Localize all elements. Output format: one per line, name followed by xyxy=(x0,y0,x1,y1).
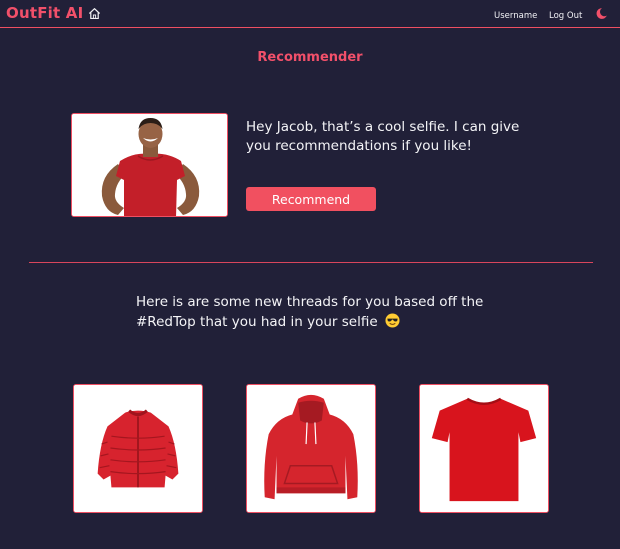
selfie-image xyxy=(71,113,228,217)
red-hoodie-image xyxy=(247,385,375,512)
moon-icon[interactable] xyxy=(595,7,608,20)
greeting-text: Hey Jacob, that’s a cool selfie. I can g… xyxy=(246,119,520,154)
section-divider xyxy=(29,262,593,263)
product-card-hoodie[interactable] xyxy=(246,384,376,513)
brand-logo[interactable]: OutFit AI xyxy=(6,4,83,22)
recommendation-message: Here is are some new threads for you bas… xyxy=(136,292,536,332)
page-title: Recommender xyxy=(257,50,363,65)
product-card-tshirt[interactable] xyxy=(419,384,549,513)
recommendation-message-text: Here is are some new threads for you bas… xyxy=(136,294,484,330)
sunglasses-emoji-icon xyxy=(385,313,400,328)
top-navbar: OutFit AI Username Log Out xyxy=(0,0,620,28)
red-puffer-jacket-image xyxy=(74,385,202,512)
product-card-jacket[interactable] xyxy=(73,384,203,513)
username-link[interactable]: Username xyxy=(494,11,537,21)
recommend-button[interactable]: Recommend xyxy=(246,187,376,211)
selfie-photo xyxy=(72,114,227,216)
red-t-shirt-image xyxy=(420,385,548,512)
logout-link[interactable]: Log Out xyxy=(549,11,582,21)
home-icon[interactable] xyxy=(88,7,101,20)
